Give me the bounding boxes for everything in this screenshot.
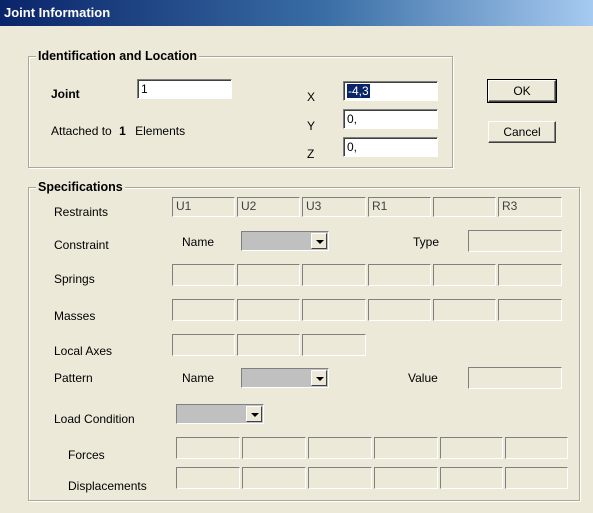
specifications-legend: Specifications bbox=[36, 180, 125, 194]
displacement-2[interactable] bbox=[242, 467, 306, 489]
displacement-6[interactable] bbox=[505, 467, 568, 489]
attached-prefix: Attached to bbox=[51, 124, 112, 138]
restraint-r1[interactable]: R1 bbox=[368, 197, 431, 217]
window-title: Joint Information bbox=[4, 5, 111, 20]
mass-3[interactable] bbox=[302, 299, 366, 321]
constraint-type-field[interactable] bbox=[468, 230, 562, 252]
joint-input[interactable]: 1 bbox=[137, 79, 232, 99]
attached-count: 1 bbox=[119, 124, 126, 138]
local-axes-label: Local Axes bbox=[54, 344, 113, 358]
force-2[interactable] bbox=[242, 437, 306, 459]
spring-4[interactable] bbox=[368, 264, 431, 286]
attached-to-label: Attached to 1 Elements bbox=[51, 123, 185, 139]
constraint-name-label: Name bbox=[182, 235, 215, 249]
restraints-label: Restraints bbox=[54, 205, 109, 219]
masses-label: Masses bbox=[54, 309, 96, 323]
z-label: Z bbox=[307, 147, 315, 161]
constraint-name-select[interactable] bbox=[241, 231, 329, 251]
pattern-name-select[interactable] bbox=[241, 368, 329, 388]
joint-label: Joint bbox=[51, 87, 80, 101]
displacement-3[interactable] bbox=[308, 467, 372, 489]
restraint-r2[interactable] bbox=[433, 197, 496, 217]
restraint-u1[interactable]: U1 bbox=[172, 197, 235, 217]
spring-6[interactable] bbox=[498, 264, 562, 286]
spring-3[interactable] bbox=[302, 264, 366, 286]
force-5[interactable] bbox=[440, 437, 503, 459]
restraint-r3[interactable]: R3 bbox=[498, 197, 562, 217]
restraint-u3[interactable]: U3 bbox=[302, 197, 366, 217]
pattern-value-field[interactable] bbox=[468, 367, 562, 389]
x-input-value: -4,3 bbox=[347, 84, 370, 98]
restraint-u2[interactable]: U2 bbox=[237, 197, 300, 217]
window-titlebar[interactable]: Joint Information bbox=[0, 0, 593, 26]
displacements-label: Displacements bbox=[68, 479, 147, 493]
forces-label: Forces bbox=[68, 448, 105, 462]
joint-input-value: 1 bbox=[141, 82, 148, 96]
displacement-4[interactable] bbox=[374, 467, 438, 489]
ok-button[interactable]: OK bbox=[487, 79, 557, 103]
mass-1[interactable] bbox=[172, 299, 235, 321]
mass-4[interactable] bbox=[368, 299, 431, 321]
load-condition-select[interactable] bbox=[176, 404, 264, 424]
pattern-name-label: Name bbox=[182, 371, 215, 385]
chevron-down-icon[interactable] bbox=[311, 370, 327, 386]
constraint-label: Constraint bbox=[54, 238, 109, 252]
cancel-button[interactable]: Cancel bbox=[488, 121, 556, 143]
local-axis-2[interactable] bbox=[237, 334, 300, 356]
x-input[interactable]: -4,3 bbox=[343, 81, 438, 101]
attached-suffix: Elements bbox=[135, 124, 186, 138]
spring-2[interactable] bbox=[237, 264, 300, 286]
displacement-5[interactable] bbox=[440, 467, 503, 489]
identification-legend: Identification and Location bbox=[36, 49, 200, 63]
force-6[interactable] bbox=[505, 437, 568, 459]
chevron-down-icon[interactable] bbox=[311, 233, 327, 249]
displacement-1[interactable] bbox=[176, 467, 240, 489]
spring-1[interactable] bbox=[172, 264, 235, 286]
z-input-value: 0, bbox=[347, 140, 358, 154]
y-input-value: 0, bbox=[347, 112, 358, 126]
pattern-label: Pattern bbox=[54, 371, 93, 385]
spring-5[interactable] bbox=[433, 264, 496, 286]
mass-2[interactable] bbox=[237, 299, 300, 321]
mass-6[interactable] bbox=[498, 299, 562, 321]
z-input[interactable]: 0, bbox=[343, 137, 438, 157]
load-condition-label: Load Condition bbox=[54, 412, 135, 426]
local-axis-1[interactable] bbox=[172, 334, 235, 356]
y-label: Y bbox=[307, 119, 316, 133]
pattern-value-label: Value bbox=[408, 371, 438, 385]
constraint-type-label: Type bbox=[413, 235, 440, 249]
x-label: X bbox=[307, 90, 316, 104]
local-axis-3[interactable] bbox=[302, 334, 366, 356]
force-1[interactable] bbox=[176, 437, 240, 459]
mass-5[interactable] bbox=[433, 299, 496, 321]
force-3[interactable] bbox=[308, 437, 372, 459]
y-input[interactable]: 0, bbox=[343, 109, 438, 129]
springs-label: Springs bbox=[54, 272, 95, 286]
chevron-down-icon[interactable] bbox=[246, 406, 262, 422]
force-4[interactable] bbox=[374, 437, 438, 459]
